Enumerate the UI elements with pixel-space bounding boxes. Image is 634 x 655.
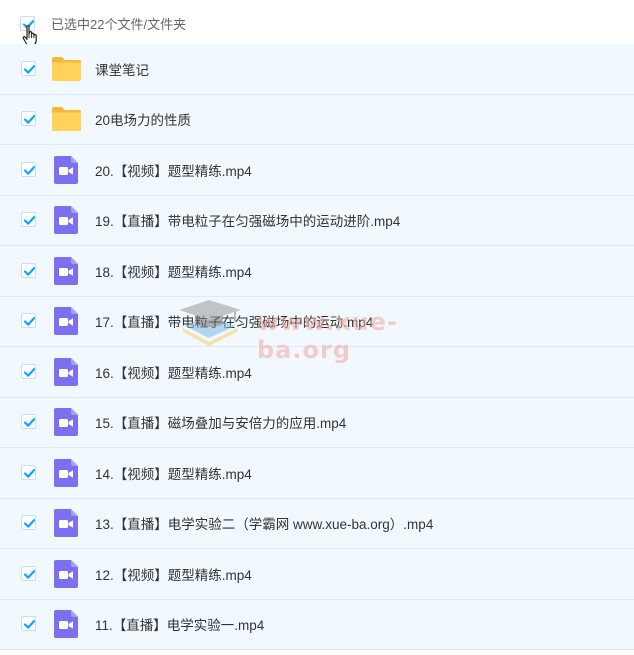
file-row[interactable]: 19.【直播】带电粒子在匀强磁场中的运动进阶.mp4 — [0, 195, 634, 246]
file-name[interactable]: 11.【直播】电学实验一.mp4 — [95, 614, 264, 634]
file-checkbox[interactable] — [21, 616, 36, 632]
file-name[interactable]: 14.【视频】题型精练.mp4 — [95, 463, 252, 483]
file-row[interactable]: 20.【视频】题型精练.mp4 — [0, 145, 634, 196]
file-checkbox[interactable] — [21, 414, 36, 430]
file-row[interactable]: 17.【直播】带电粒子在匀强磁场中的运动.mp4 — [0, 296, 634, 347]
video-icon — [54, 559, 78, 588]
file-row[interactable]: 11.【直播】电学实验一.mp4 — [0, 599, 634, 650]
video-icon — [54, 206, 78, 235]
file-name[interactable]: 16.【视频】题型精练.mp4 — [95, 362, 252, 382]
file-name[interactable]: 课堂笔记 — [95, 59, 149, 79]
file-row[interactable]: 12.【视频】题型精练.mp4 — [0, 549, 634, 600]
file-checkbox[interactable] — [21, 212, 36, 228]
file-row[interactable]: 13.【直播】电学实验二（学霸网 www.xue-ba.org）.mp4 — [0, 498, 634, 549]
file-name[interactable]: 20.【视频】题型精练.mp4 — [95, 160, 252, 180]
file-checkbox[interactable] — [21, 464, 36, 480]
file-row[interactable]: 16.【视频】题型精练.mp4 — [0, 347, 634, 398]
file-name[interactable]: 18.【视频】题型精练.mp4 — [95, 261, 252, 281]
file-row[interactable]: 15.【直播】磁场叠加与安倍力的应用.mp4 — [0, 397, 634, 448]
file-checkbox[interactable] — [21, 262, 36, 278]
file-row[interactable]: 18.【视频】题型精练.mp4 — [0, 246, 634, 297]
file-checkbox[interactable] — [21, 565, 36, 581]
selection-count-label: 已选中22个文件/文件夹 — [51, 17, 187, 32]
file-checkbox[interactable] — [21, 161, 36, 177]
file-name[interactable]: 12.【视频】题型精练.mp4 — [95, 564, 252, 584]
selection-header: 已选中22个文件/文件夹 — [0, 0, 634, 44]
video-icon — [54, 509, 78, 538]
video-icon — [54, 155, 78, 184]
file-checkbox[interactable] — [21, 363, 36, 379]
file-list: 课堂笔记 20电场力的性质 20.【视频】题型精练.mp4 19.【直播】带电粒子在匀… — [0, 44, 634, 650]
folder-icon — [51, 56, 82, 82]
video-icon — [54, 357, 78, 386]
file-name[interactable]: 19.【直播】带电粒子在匀强磁场中的运动进阶.mp4 — [95, 210, 400, 230]
video-icon — [54, 610, 78, 639]
file-checkbox[interactable] — [21, 60, 36, 76]
file-name[interactable]: 13.【直播】电学实验二（学霸网 www.xue-ba.org）.mp4 — [95, 513, 433, 533]
file-row[interactable]: 20电场力的性质 — [0, 94, 634, 145]
file-row[interactable]: 14.【视频】题型精练.mp4 — [0, 448, 634, 499]
video-icon — [54, 408, 78, 437]
video-icon — [54, 256, 78, 285]
file-name[interactable]: 15.【直播】磁场叠加与安倍力的应用.mp4 — [95, 412, 346, 432]
video-icon — [54, 458, 78, 487]
file-checkbox[interactable] — [21, 313, 36, 329]
file-name[interactable]: 20电场力的性质 — [95, 109, 191, 129]
file-checkbox[interactable] — [21, 515, 36, 531]
file-row[interactable]: 课堂笔记 — [0, 44, 634, 95]
folder-icon — [51, 106, 82, 132]
file-checkbox[interactable] — [21, 111, 36, 127]
file-name[interactable]: 17.【直播】带电粒子在匀强磁场中的运动.mp4 — [95, 311, 373, 331]
video-icon — [54, 307, 78, 336]
